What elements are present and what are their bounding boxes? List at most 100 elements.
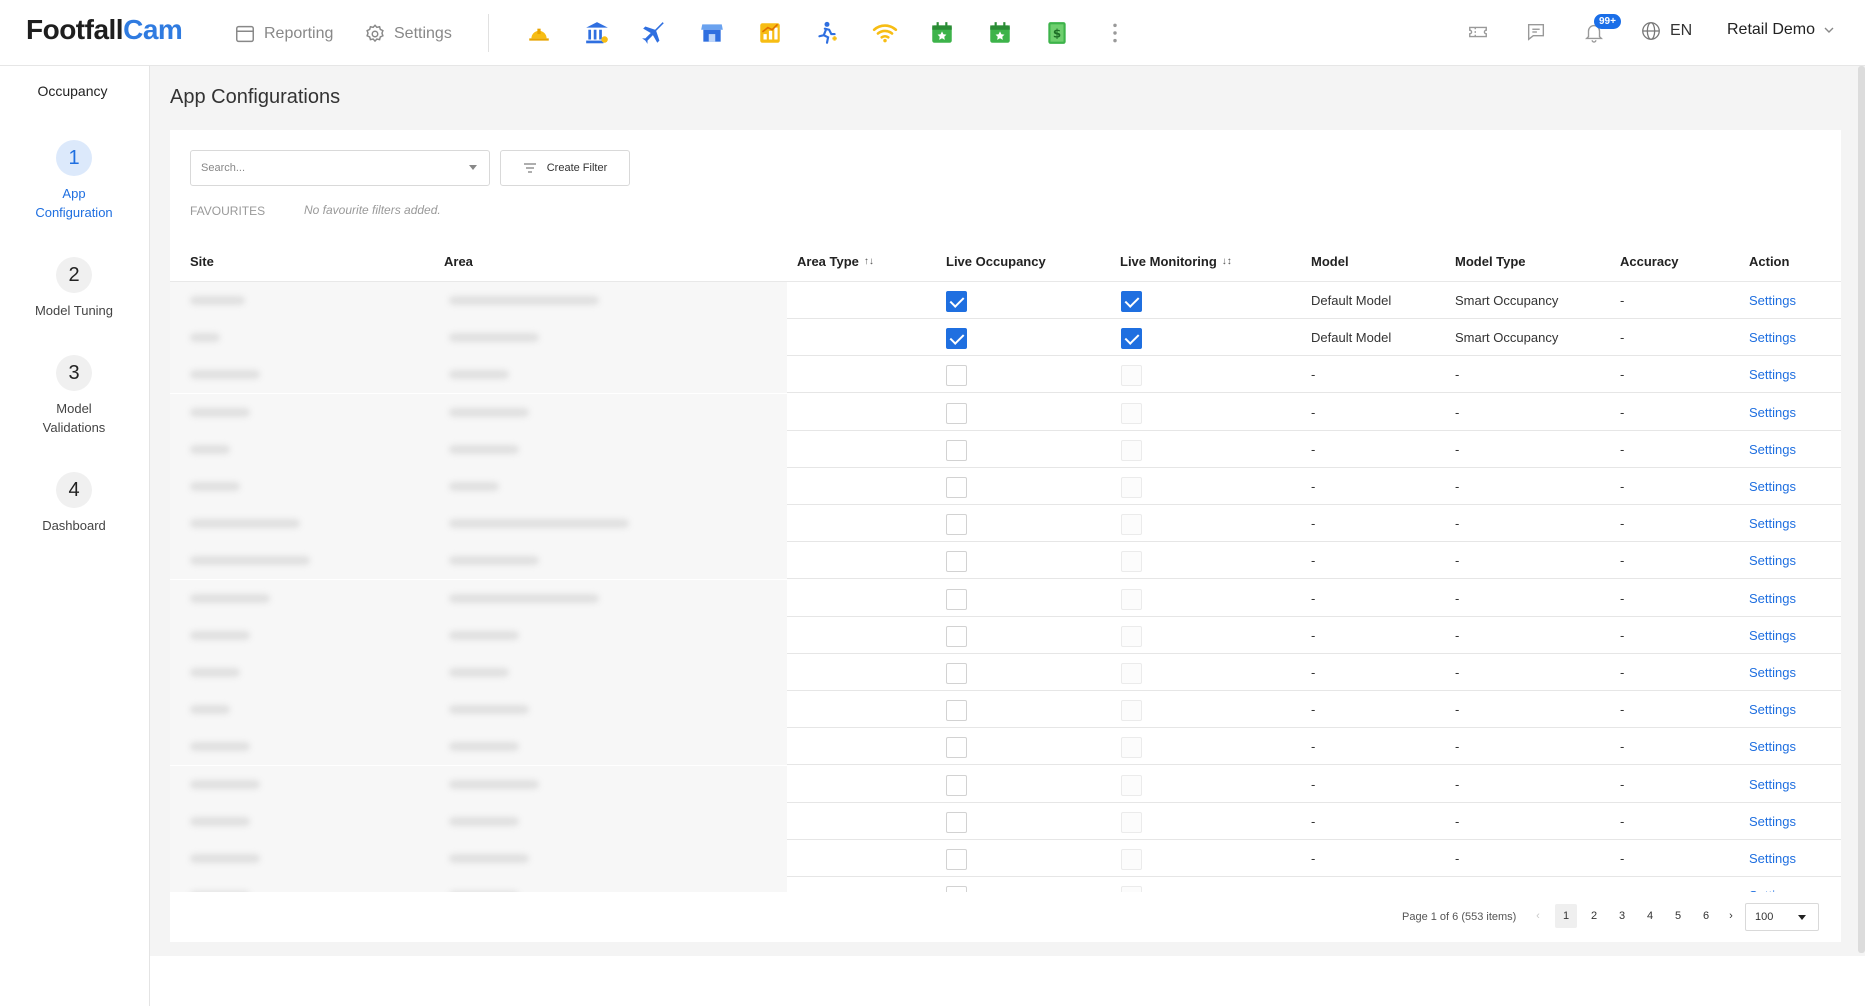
live-monitoring-checkbox[interactable]	[1121, 551, 1142, 573]
column-model[interactable]: Model	[1311, 254, 1349, 269]
live-monitoring-checkbox[interactable]	[1121, 514, 1142, 536]
table-row: - - - Settings	[170, 691, 1841, 729]
live-occupancy-checkbox[interactable]	[946, 774, 967, 796]
column-model-type[interactable]: Model Type	[1455, 254, 1526, 269]
live-monitoring-checkbox[interactable]	[1121, 737, 1142, 759]
live-monitoring-checkbox[interactable]	[1121, 700, 1142, 722]
language-selector[interactable]: EN	[1640, 20, 1692, 42]
hardhat-icon[interactable]	[524, 18, 554, 48]
page-2-button[interactable]: 2	[1583, 904, 1605, 928]
live-monitoring-checkbox[interactable]	[1121, 402, 1142, 424]
settings-link[interactable]: Settings	[1749, 814, 1796, 829]
person-run-icon[interactable]	[812, 18, 842, 48]
column-area[interactable]: Area	[444, 254, 473, 269]
settings-link[interactable]: Settings	[1749, 442, 1796, 457]
chat-icon[interactable]	[1522, 18, 1550, 46]
step-app-configuration[interactable]: 1 App Configuration	[0, 140, 148, 222]
page-4-button[interactable]: 4	[1639, 904, 1661, 928]
table-row: - - - Settings	[170, 505, 1841, 543]
column-accuracy[interactable]: Accuracy	[1620, 254, 1679, 269]
per-page-select[interactable]: 100	[1745, 903, 1819, 931]
live-occupancy-checkbox[interactable]	[946, 439, 967, 461]
settings-link[interactable]: Settings	[1749, 479, 1796, 494]
more-vertical-icon[interactable]	[1100, 18, 1130, 48]
language-label: EN	[1670, 22, 1693, 39]
chart-icon[interactable]	[755, 18, 785, 48]
settings-link[interactable]: Settings	[1749, 367, 1796, 382]
page-3-button[interactable]: 3	[1611, 904, 1633, 928]
live-occupancy-checkbox[interactable]	[946, 328, 967, 350]
sort-icon[interactable]: ↑↓	[864, 256, 874, 267]
page-scrollbar[interactable]	[1858, 66, 1865, 953]
settings-link[interactable]: Settings	[1749, 739, 1796, 754]
settings-link[interactable]: Settings	[1749, 330, 1796, 345]
column-live-monitoring[interactable]: Live Monitoring ↓↕	[1120, 254, 1232, 269]
live-occupancy-checkbox[interactable]	[946, 849, 967, 870]
live-monitoring-checkbox[interactable]	[1121, 291, 1142, 312]
live-monitoring-checkbox[interactable]	[1121, 328, 1142, 350]
nav-settings[interactable]: Settings	[364, 20, 452, 48]
step-model-validations[interactable]: 3 Model Validations	[0, 355, 148, 437]
live-occupancy-checkbox[interactable]	[946, 365, 967, 387]
sort-desc-icon[interactable]: ↓↕	[1222, 256, 1232, 267]
live-monitoring-checkbox[interactable]	[1121, 663, 1142, 684]
settings-link[interactable]: Settings	[1749, 628, 1796, 643]
nav-reporting[interactable]: Reporting	[234, 20, 333, 48]
airplane-icon[interactable]	[639, 18, 669, 48]
money-bill-icon[interactable]: $	[1042, 18, 1072, 48]
live-occupancy-checkbox[interactable]	[946, 811, 967, 833]
live-occupancy-checkbox[interactable]	[946, 551, 967, 573]
prev-page-button[interactable]: ‹	[1527, 904, 1549, 928]
page-1-button[interactable]: 1	[1555, 904, 1577, 928]
live-occupancy-checkbox[interactable]	[946, 588, 967, 610]
live-monitoring-checkbox[interactable]	[1121, 774, 1142, 796]
calendar-star-alt-icon[interactable]	[985, 18, 1015, 48]
settings-link[interactable]: Settings	[1749, 702, 1796, 717]
column-live-occupancy[interactable]: Live Occupancy	[946, 254, 1046, 269]
calendar-star-icon[interactable]	[927, 18, 957, 48]
settings-link[interactable]: Settings	[1749, 293, 1796, 308]
column-area-type[interactable]: Area Type ↑↓	[797, 254, 874, 269]
live-occupancy-checkbox[interactable]	[946, 514, 967, 536]
settings-link[interactable]: Settings	[1749, 591, 1796, 606]
settings-link[interactable]: Settings	[1749, 553, 1796, 568]
step-dashboard[interactable]: 4 Dashboard	[0, 472, 148, 535]
live-monitoring-checkbox[interactable]	[1121, 588, 1142, 610]
create-filter-button[interactable]: Create Filter	[500, 150, 630, 186]
step-number: 4	[56, 472, 92, 508]
search-input[interactable]: Search...	[190, 150, 490, 186]
live-monitoring-checkbox[interactable]	[1121, 477, 1142, 498]
column-site[interactable]: Site	[190, 254, 214, 269]
store-icon[interactable]	[697, 18, 727, 48]
live-occupancy-checkbox[interactable]	[946, 737, 967, 759]
settings-link[interactable]: Settings	[1749, 516, 1796, 531]
wifi-icon[interactable]	[870, 18, 900, 48]
settings-link[interactable]: Settings	[1749, 851, 1796, 866]
live-monitoring-checkbox[interactable]	[1121, 625, 1142, 647]
user-menu[interactable]: Retail Demo	[1727, 21, 1835, 39]
live-occupancy-checkbox[interactable]	[946, 291, 967, 312]
live-occupancy-checkbox[interactable]	[946, 625, 967, 647]
settings-link[interactable]: Settings	[1749, 665, 1796, 680]
area-cell	[427, 877, 787, 892]
live-monitoring-checkbox[interactable]	[1121, 811, 1142, 833]
logo[interactable]: FootfallCam	[26, 14, 183, 46]
step-model-tuning[interactable]: 2 Model Tuning	[0, 257, 148, 320]
page-6-button[interactable]: 6	[1695, 904, 1717, 928]
ticket-icon[interactable]	[1464, 18, 1492, 46]
area-cell	[427, 393, 787, 431]
bank-icon[interactable]	[582, 18, 612, 48]
gear-icon	[366, 24, 384, 43]
live-occupancy-checkbox[interactable]	[946, 700, 967, 722]
live-occupancy-checkbox[interactable]	[946, 663, 967, 684]
live-monitoring-checkbox[interactable]	[1121, 439, 1142, 461]
next-page-button[interactable]: ›	[1720, 904, 1742, 928]
settings-link[interactable]: Settings	[1749, 777, 1796, 792]
live-occupancy-checkbox[interactable]	[946, 402, 967, 424]
live-monitoring-checkbox[interactable]	[1121, 365, 1142, 387]
live-monitoring-checkbox[interactable]	[1121, 849, 1142, 870]
page-5-button[interactable]: 5	[1667, 904, 1689, 928]
live-occupancy-checkbox[interactable]	[946, 477, 967, 498]
settings-link[interactable]: Settings	[1749, 405, 1796, 420]
column-action[interactable]: Action	[1749, 254, 1789, 269]
